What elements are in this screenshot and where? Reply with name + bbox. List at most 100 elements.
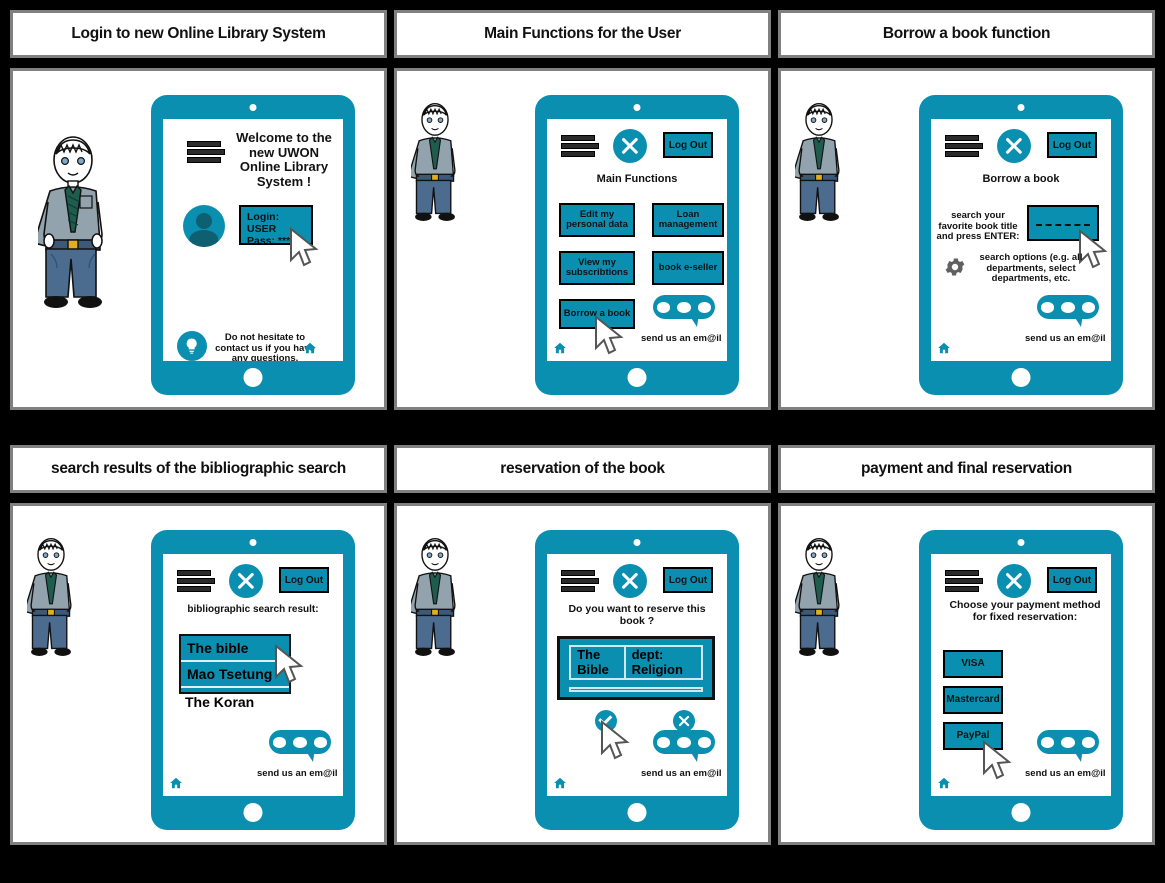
tablet-screen: Log Out bibliographic search result: The… — [163, 554, 343, 796]
chat-bubble-tail — [687, 312, 699, 327]
camera-dot-icon — [249, 104, 257, 111]
close-x-icon[interactable] — [613, 564, 647, 598]
button-loan-management[interactable]: Loan management — [652, 203, 724, 237]
avatar — [183, 205, 225, 247]
email-link[interactable]: send us an em@il — [257, 768, 338, 779]
welcome-message: Welcome to the new UWON Online Library S… — [236, 130, 332, 189]
user-figure-icon — [38, 136, 108, 311]
chat-bubble-tail — [303, 747, 315, 762]
button-label: PayPal — [956, 729, 990, 741]
tablet-device: Log Out Borrow a book search your favori… — [919, 95, 1123, 395]
email-link[interactable]: send us an em@il — [1025, 768, 1106, 779]
home-icon[interactable] — [937, 776, 951, 790]
panel-title-bar: search results of the bibliographic sear… — [10, 445, 387, 493]
book-detail-card: The Bible dept: Religion — [557, 636, 715, 700]
chat-bubble-icon[interactable] — [1037, 295, 1099, 329]
book-title-cell: The Bible — [571, 647, 626, 679]
books-stack-icon — [945, 135, 983, 161]
logout-button[interactable]: Log Out — [1047, 567, 1097, 593]
device-home-button[interactable] — [243, 368, 263, 387]
page-title: Borrow a book function — [882, 25, 1051, 42]
button-label: Borrow a book — [563, 308, 631, 320]
close-x-icon[interactable] — [613, 129, 647, 163]
check-confirm-icon[interactable] — [595, 710, 617, 732]
device-home-button[interactable] — [1011, 368, 1031, 387]
panel-body: Log Out Choose your payment method for f… — [778, 503, 1155, 845]
logout-button[interactable]: Log Out — [663, 132, 713, 158]
tablet-device: Welcome to the new UWON Online Library S… — [151, 95, 355, 395]
logout-button[interactable]: Log Out — [663, 567, 713, 593]
list-item[interactable]: The Koran — [179, 694, 291, 714]
home-icon[interactable] — [169, 776, 183, 790]
login-user-value: Login: USER — [247, 211, 280, 236]
card-bottom-strip — [569, 687, 703, 693]
page-title: search results of the bibliographic sear… — [51, 460, 346, 477]
logout-button[interactable]: Log Out — [1047, 132, 1097, 158]
camera-dot-icon — [633, 104, 641, 111]
books-stack-icon — [561, 570, 599, 596]
home-icon[interactable] — [553, 341, 567, 355]
panel-title-bar: Main Functions for the User — [394, 10, 771, 58]
device-home-button[interactable] — [627, 368, 647, 387]
panel-main-functions: Main Functions for the User Log Out Main… — [394, 10, 771, 410]
payment-method-paypal[interactable]: PayPal — [943, 722, 1003, 750]
device-home-button[interactable] — [1011, 803, 1031, 822]
panel-body: Welcome to the new UWON Online Library S… — [10, 68, 387, 410]
close-x-icon[interactable] — [997, 564, 1031, 598]
email-link[interactable]: send us an em@il — [1025, 333, 1106, 344]
close-x-icon[interactable] — [997, 129, 1031, 163]
home-icon[interactable] — [937, 341, 951, 355]
tablet-screen: Log Out Do you want to reserve this book… — [547, 554, 727, 796]
home-icon[interactable] — [303, 341, 317, 355]
button-label: Loan management — [658, 209, 718, 230]
button-edit-personal-data[interactable]: Edit my personal data — [559, 203, 635, 237]
button-borrow-a-book[interactable]: Borrow a book — [559, 299, 635, 329]
panel-login: Login to new Online Library System Welco… — [10, 10, 387, 410]
close-x-icon[interactable] — [229, 564, 263, 598]
cancel-x-icon[interactable] — [673, 710, 695, 732]
gear-icon[interactable] — [943, 255, 967, 279]
logout-label: Log Out — [284, 574, 324, 586]
chat-bubble-tail — [1071, 312, 1083, 327]
button-view-subscriptions[interactable]: View my subscribtions — [559, 251, 635, 285]
home-icon[interactable] — [553, 776, 567, 790]
chat-bubble-icon[interactable] — [653, 295, 715, 329]
email-link[interactable]: send us an em@il — [641, 768, 722, 779]
tablet-device: Log Out Choose your payment method for f… — [919, 530, 1123, 830]
user-figure-icon — [795, 538, 843, 658]
search-input[interactable] — [1027, 205, 1099, 241]
chat-bubble-icon[interactable] — [1037, 730, 1099, 764]
list-item[interactable]: Mao Tsetung — [181, 662, 289, 688]
login-credentials-field[interactable]: Login: USER Pass: ***** — [239, 205, 313, 247]
section-heading: bibliographic search result: — [187, 604, 319, 615]
email-link[interactable]: send us an em@il — [641, 333, 722, 344]
chat-bubble-icon[interactable] — [653, 730, 715, 764]
section-heading: Borrow a book — [982, 173, 1060, 185]
search-prompt: search your favorite book title and pres… — [936, 210, 1020, 243]
tablet-screen: Log Out Main Functions Edit my personal … — [547, 119, 727, 361]
panel-search-results: search results of the bibliographic sear… — [10, 445, 387, 845]
device-home-button[interactable] — [243, 803, 263, 822]
logout-button[interactable]: Log Out — [279, 567, 329, 593]
search-results-list[interactable]: The bible Mao Tsetung — [179, 634, 291, 694]
button-label: book e-seller — [658, 262, 718, 274]
device-home-button[interactable] — [627, 803, 647, 822]
logout-label: Log Out — [668, 574, 708, 586]
payment-method-visa[interactable]: VISA — [943, 650, 1003, 678]
button-label: Edit my personal data — [566, 209, 628, 230]
button-book-eseller[interactable]: book e-seller — [652, 251, 724, 285]
chat-bubble-body — [1037, 295, 1099, 320]
camera-dot-icon — [249, 539, 257, 546]
avatar-body — [189, 230, 219, 247]
chat-bubble-tail — [1071, 747, 1083, 762]
page-title: Login to new Online Library System — [71, 25, 326, 42]
user-figure-icon — [27, 538, 75, 658]
payment-method-mastercard[interactable]: Mastercard — [943, 686, 1003, 714]
list-item[interactable]: The bible — [181, 636, 289, 662]
chat-bubble-icon[interactable] — [269, 730, 331, 764]
books-stack-icon — [945, 570, 983, 596]
chat-bubble-body — [653, 730, 715, 755]
panel-title-bar: payment and final reservation — [778, 445, 1155, 493]
page-title: Main Functions for the User — [484, 25, 681, 42]
tablet-device: Log Out Main Functions Edit my personal … — [535, 95, 739, 395]
